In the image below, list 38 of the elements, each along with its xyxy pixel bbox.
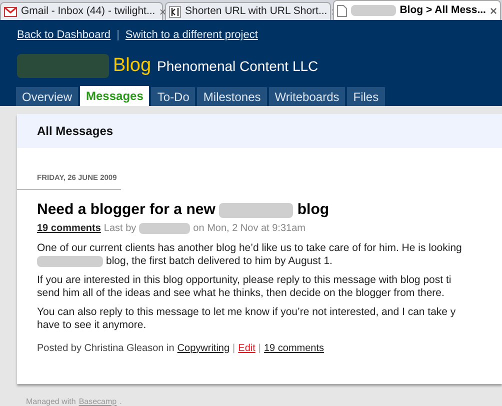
- text: send him all of the ideas and see what he thinks, then decide on the blogger from there.: [37, 286, 444, 300]
- separator: |: [116, 28, 120, 43]
- nav-tab[interactable]: To-Do: [151, 87, 196, 106]
- text: If you are interested in this blog opportunity, please reply to this message with blog post ti: [37, 274, 452, 286]
- text: Managed with: [26, 396, 76, 406]
- text: Blog > All Mess...: [400, 2, 486, 18]
- link[interactable]: Switch to a different project: [125, 27, 258, 44]
- nav-tab[interactable]: Messages: [80, 86, 150, 106]
- text: One of our current clients has another blog he’d like us to take care of for him. He is looking: [37, 242, 462, 254]
- link[interactable]: Back to Dashboard: [17, 27, 111, 44]
- nav-tab[interactable]: Files: [347, 87, 385, 106]
- browser-tab[interactable]: Blog > All Mess... ×: [333, 0, 501, 20]
- text: on Mon, 2 Nov at 9:31am: [193, 222, 306, 236]
- company-name: Phenomenal Content LLC: [157, 57, 318, 76]
- browser-tab[interactable]: Gmail - Inbox (44) - twilight... ×: [0, 2, 163, 20]
- text: Last by: [104, 222, 136, 236]
- text: Need a blogger for a new: [37, 200, 216, 220]
- separator: |: [232, 342, 236, 356]
- text: have to see it anymore.: [37, 318, 146, 332]
- link[interactable]: 19 comments: [37, 220, 101, 236]
- text: You can also reply to this message to let me know if you’re not interested, and I can take y: [37, 306, 456, 318]
- browser-tab[interactable]: Shorten URL with URL Short...: [165, 2, 331, 20]
- text: Gmail - Inbox (44) - twilight...: [21, 4, 156, 19]
- edit-link[interactable]: Edit: [238, 340, 256, 356]
- nav-tab[interactable]: Overview: [16, 87, 78, 106]
- text: Shorten URL with URL Short...: [185, 4, 328, 19]
- text: blog, the first batch delivered to him by August 1.: [106, 254, 332, 268]
- close-icon[interactable]: ×: [490, 2, 497, 20]
- link[interactable]: 19 comments: [264, 340, 324, 356]
- text: Posted by Christina Gleason in: [37, 342, 174, 356]
- text: blog: [297, 200, 330, 220]
- nav-tab[interactable]: Milestones: [197, 87, 267, 106]
- project-name: Blog: [113, 54, 152, 78]
- separator: |: [258, 342, 261, 356]
- nav-tab[interactable]: Writeboards: [268, 87, 346, 106]
- link[interactable]: Copywriting: [177, 340, 230, 356]
- panel-title: All Messages: [37, 123, 114, 140]
- text: .: [120, 396, 122, 406]
